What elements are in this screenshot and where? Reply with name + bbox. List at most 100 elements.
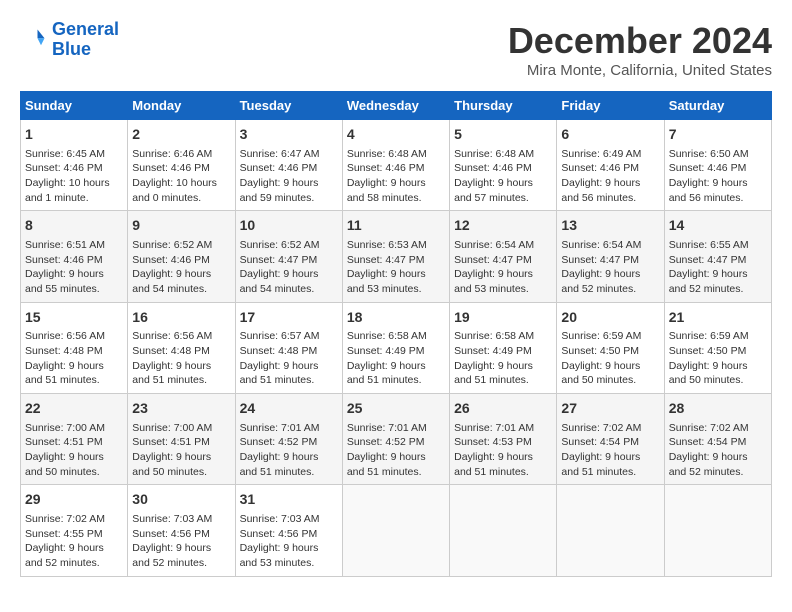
- day-info: Sunrise: 7:03 AM Sunset: 4:56 PM Dayligh…: [132, 512, 230, 571]
- day-cell-26: 26Sunrise: 7:01 AM Sunset: 4:53 PM Dayli…: [450, 394, 557, 485]
- day-number: 17: [240, 308, 338, 328]
- week-row-4: 22Sunrise: 7:00 AM Sunset: 4:51 PM Dayli…: [21, 394, 772, 485]
- day-cell-11: 11Sunrise: 6:53 AM Sunset: 4:47 PM Dayli…: [342, 211, 449, 302]
- day-number: 8: [25, 216, 123, 236]
- day-number: 23: [132, 399, 230, 419]
- day-cell-1: 1Sunrise: 6:45 AM Sunset: 4:46 PM Daylig…: [21, 120, 128, 211]
- day-number: 3: [240, 125, 338, 145]
- empty-cell: [342, 485, 449, 576]
- day-number: 20: [561, 308, 659, 328]
- day-header-wednesday: Wednesday: [342, 92, 449, 120]
- day-cell-10: 10Sunrise: 6:52 AM Sunset: 4:47 PM Dayli…: [235, 211, 342, 302]
- day-info: Sunrise: 6:58 AM Sunset: 4:49 PM Dayligh…: [347, 329, 445, 388]
- day-cell-19: 19Sunrise: 6:58 AM Sunset: 4:49 PM Dayli…: [450, 302, 557, 393]
- logo-line2: Blue: [52, 39, 91, 59]
- logo-icon: [20, 26, 48, 54]
- title-section: December 2024 Mira Monte, California, Un…: [508, 20, 772, 79]
- day-cell-8: 8Sunrise: 6:51 AM Sunset: 4:46 PM Daylig…: [21, 211, 128, 302]
- day-number: 27: [561, 399, 659, 419]
- day-info: Sunrise: 7:01 AM Sunset: 4:53 PM Dayligh…: [454, 421, 552, 480]
- day-number: 7: [669, 125, 767, 145]
- day-info: Sunrise: 6:48 AM Sunset: 4:46 PM Dayligh…: [454, 147, 552, 206]
- logo-line1: General: [52, 19, 119, 39]
- day-cell-20: 20Sunrise: 6:59 AM Sunset: 4:50 PM Dayli…: [557, 302, 664, 393]
- day-number: 4: [347, 125, 445, 145]
- day-info: Sunrise: 7:01 AM Sunset: 4:52 PM Dayligh…: [347, 421, 445, 480]
- day-info: Sunrise: 6:52 AM Sunset: 4:47 PM Dayligh…: [240, 238, 338, 297]
- day-info: Sunrise: 6:50 AM Sunset: 4:46 PM Dayligh…: [669, 147, 767, 206]
- day-info: Sunrise: 6:58 AM Sunset: 4:49 PM Dayligh…: [454, 329, 552, 388]
- day-header-tuesday: Tuesday: [235, 92, 342, 120]
- day-number: 9: [132, 216, 230, 236]
- day-header-sunday: Sunday: [21, 92, 128, 120]
- day-info: Sunrise: 7:02 AM Sunset: 4:54 PM Dayligh…: [669, 421, 767, 480]
- calendar-subtitle: Mira Monte, California, United States: [508, 62, 772, 79]
- empty-cell: [557, 485, 664, 576]
- day-cell-18: 18Sunrise: 6:58 AM Sunset: 4:49 PM Dayli…: [342, 302, 449, 393]
- day-cell-16: 16Sunrise: 6:56 AM Sunset: 4:48 PM Dayli…: [128, 302, 235, 393]
- day-number: 21: [669, 308, 767, 328]
- day-number: 14: [669, 216, 767, 236]
- week-row-5: 29Sunrise: 7:02 AM Sunset: 4:55 PM Dayli…: [21, 485, 772, 576]
- day-header-monday: Monday: [128, 92, 235, 120]
- day-cell-21: 21Sunrise: 6:59 AM Sunset: 4:50 PM Dayli…: [664, 302, 771, 393]
- day-cell-31: 31Sunrise: 7:03 AM Sunset: 4:56 PM Dayli…: [235, 485, 342, 576]
- day-info: Sunrise: 6:54 AM Sunset: 4:47 PM Dayligh…: [561, 238, 659, 297]
- day-number: 16: [132, 308, 230, 328]
- day-cell-6: 6Sunrise: 6:49 AM Sunset: 4:46 PM Daylig…: [557, 120, 664, 211]
- empty-cell: [450, 485, 557, 576]
- day-info: Sunrise: 6:56 AM Sunset: 4:48 PM Dayligh…: [132, 329, 230, 388]
- day-info: Sunrise: 6:51 AM Sunset: 4:46 PM Dayligh…: [25, 238, 123, 297]
- day-info: Sunrise: 6:46 AM Sunset: 4:46 PM Dayligh…: [132, 147, 230, 206]
- day-info: Sunrise: 6:48 AM Sunset: 4:46 PM Dayligh…: [347, 147, 445, 206]
- day-number: 29: [25, 490, 123, 510]
- logo: General Blue: [20, 20, 119, 60]
- day-number: 24: [240, 399, 338, 419]
- day-cell-28: 28Sunrise: 7:02 AM Sunset: 4:54 PM Dayli…: [664, 394, 771, 485]
- day-info: Sunrise: 7:01 AM Sunset: 4:52 PM Dayligh…: [240, 421, 338, 480]
- day-info: Sunrise: 7:02 AM Sunset: 4:54 PM Dayligh…: [561, 421, 659, 480]
- day-info: Sunrise: 6:45 AM Sunset: 4:46 PM Dayligh…: [25, 147, 123, 206]
- day-number: 10: [240, 216, 338, 236]
- day-number: 1: [25, 125, 123, 145]
- day-info: Sunrise: 6:57 AM Sunset: 4:48 PM Dayligh…: [240, 329, 338, 388]
- day-cell-2: 2Sunrise: 6:46 AM Sunset: 4:46 PM Daylig…: [128, 120, 235, 211]
- day-cell-23: 23Sunrise: 7:00 AM Sunset: 4:51 PM Dayli…: [128, 394, 235, 485]
- day-cell-25: 25Sunrise: 7:01 AM Sunset: 4:52 PM Dayli…: [342, 394, 449, 485]
- day-number: 22: [25, 399, 123, 419]
- week-row-2: 8Sunrise: 6:51 AM Sunset: 4:46 PM Daylig…: [21, 211, 772, 302]
- day-number: 25: [347, 399, 445, 419]
- day-number: 18: [347, 308, 445, 328]
- day-cell-9: 9Sunrise: 6:52 AM Sunset: 4:46 PM Daylig…: [128, 211, 235, 302]
- day-number: 19: [454, 308, 552, 328]
- day-cell-24: 24Sunrise: 7:01 AM Sunset: 4:52 PM Dayli…: [235, 394, 342, 485]
- day-info: Sunrise: 6:59 AM Sunset: 4:50 PM Dayligh…: [669, 329, 767, 388]
- day-cell-15: 15Sunrise: 6:56 AM Sunset: 4:48 PM Dayli…: [21, 302, 128, 393]
- day-cell-22: 22Sunrise: 7:00 AM Sunset: 4:51 PM Dayli…: [21, 394, 128, 485]
- day-info: Sunrise: 6:59 AM Sunset: 4:50 PM Dayligh…: [561, 329, 659, 388]
- day-info: Sunrise: 6:47 AM Sunset: 4:46 PM Dayligh…: [240, 147, 338, 206]
- day-number: 12: [454, 216, 552, 236]
- day-header-friday: Friday: [557, 92, 664, 120]
- calendar-title: December 2024: [508, 20, 772, 62]
- day-number: 31: [240, 490, 338, 510]
- day-cell-27: 27Sunrise: 7:02 AM Sunset: 4:54 PM Dayli…: [557, 394, 664, 485]
- header: General Blue December 2024 Mira Monte, C…: [20, 20, 772, 79]
- day-number: 6: [561, 125, 659, 145]
- day-number: 11: [347, 216, 445, 236]
- day-number: 5: [454, 125, 552, 145]
- day-number: 26: [454, 399, 552, 419]
- day-number: 28: [669, 399, 767, 419]
- logo-text: General Blue: [52, 20, 119, 60]
- empty-cell: [664, 485, 771, 576]
- day-header-saturday: Saturday: [664, 92, 771, 120]
- day-info: Sunrise: 7:00 AM Sunset: 4:51 PM Dayligh…: [25, 421, 123, 480]
- day-cell-14: 14Sunrise: 6:55 AM Sunset: 4:47 PM Dayli…: [664, 211, 771, 302]
- week-row-1: 1Sunrise: 6:45 AM Sunset: 4:46 PM Daylig…: [21, 120, 772, 211]
- day-cell-13: 13Sunrise: 6:54 AM Sunset: 4:47 PM Dayli…: [557, 211, 664, 302]
- day-info: Sunrise: 6:54 AM Sunset: 4:47 PM Dayligh…: [454, 238, 552, 297]
- calendar-table: SundayMondayTuesdayWednesdayThursdayFrid…: [20, 91, 772, 577]
- day-info: Sunrise: 6:53 AM Sunset: 4:47 PM Dayligh…: [347, 238, 445, 297]
- day-info: Sunrise: 6:52 AM Sunset: 4:46 PM Dayligh…: [132, 238, 230, 297]
- day-info: Sunrise: 7:02 AM Sunset: 4:55 PM Dayligh…: [25, 512, 123, 571]
